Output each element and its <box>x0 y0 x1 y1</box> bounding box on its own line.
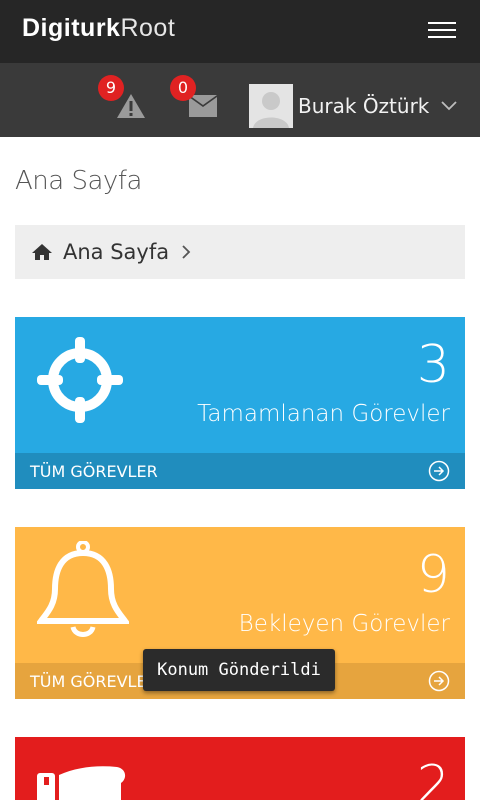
messages-button[interactable]: 0 <box>170 75 224 123</box>
page-title: Ana Sayfa <box>15 166 142 196</box>
arrow-circle-right-icon <box>428 460 450 482</box>
top-bar: DigiturkRoot <box>0 0 480 63</box>
hand-icon <box>37 766 126 800</box>
crosshair-icon <box>37 337 123 423</box>
stat-card-completed: 3 Tamamlanan Görevler TÜM GÖREVLER <box>15 317 465 489</box>
hamburger-icon[interactable] <box>428 22 456 42</box>
alerts-button[interactable]: 9 <box>98 75 152 123</box>
logo-text-light: Root <box>120 14 176 42</box>
app-logo[interactable]: DigiturkRoot <box>22 14 175 43</box>
logo-text-bold: Digiturk <box>22 14 121 42</box>
stat-label: Bekleyen Görevler <box>238 611 450 637</box>
chevron-right-icon <box>182 245 191 259</box>
stat-label: Tamamlanan Görevler <box>197 401 450 427</box>
alerts-badge: 9 <box>98 75 124 101</box>
view-all-label: TÜM GÖREVLER <box>30 462 158 481</box>
home-icon <box>32 244 52 260</box>
stat-card-third: 2 <box>15 737 465 800</box>
messages-badge: 0 <box>170 75 196 101</box>
chevron-down-icon <box>441 101 458 111</box>
view-all-link[interactable]: TÜM GÖREVLER <box>15 453 465 489</box>
envelope-icon <box>189 95 217 117</box>
warning-icon <box>117 94 145 118</box>
stat-number: 2 <box>416 755 450 800</box>
user-avatar <box>249 84 293 128</box>
bell-icon <box>37 541 129 637</box>
user-menu[interactable]: Burak Öztürk <box>249 84 458 128</box>
breadcrumb-item-home[interactable]: Ana Sayfa <box>63 240 169 264</box>
stat-number: 3 <box>416 335 450 395</box>
user-name: Burak Öztürk <box>298 94 430 118</box>
stat-number: 9 <box>416 545 450 605</box>
arrow-circle-right-icon <box>428 670 450 692</box>
breadcrumb: Ana Sayfa <box>15 225 465 279</box>
user-bar: 9 0 Burak Öztürk <box>0 63 480 137</box>
view-all-label: TÜM GÖREVLER <box>30 672 158 691</box>
toast-message: Konum Gönderildi <box>143 649 335 691</box>
